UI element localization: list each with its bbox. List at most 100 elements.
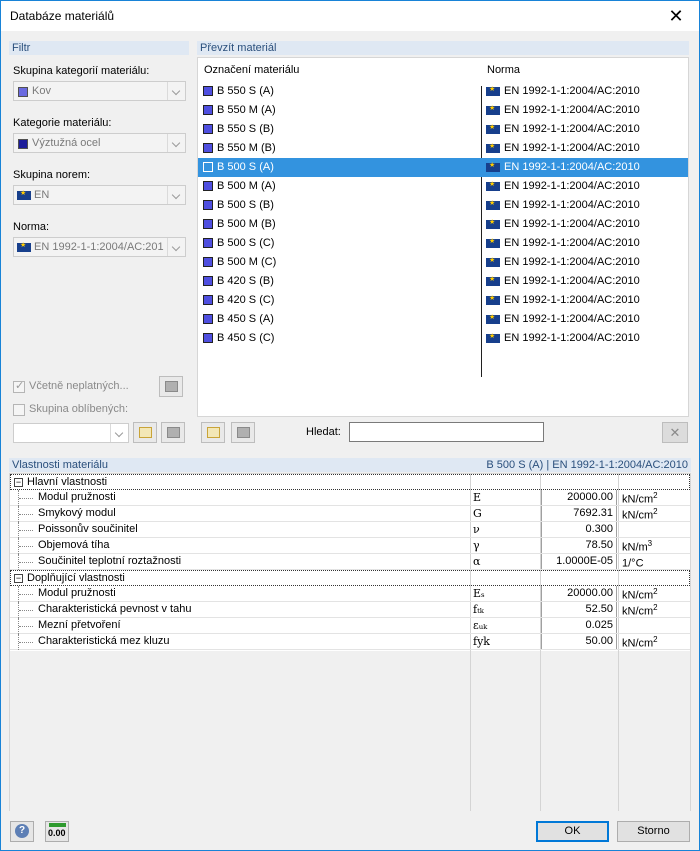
eu-flag-icon (486, 313, 500, 324)
list-item[interactable]: B 550 M (A) EN 1992-1-1:2004/AC:2010 (198, 101, 688, 120)
edit-favorite-button[interactable] (161, 422, 185, 443)
property-unit: kN/cm2 (622, 507, 658, 522)
list-item[interactable]: B 500 S (A) EN 1992-1-1:2004/AC:2010 (198, 158, 688, 177)
material-norm: EN 1992-1-1:2004/AC:2010 (504, 294, 640, 306)
property-value[interactable]: 0.300 (541, 522, 617, 537)
help-button[interactable]: ? (10, 821, 34, 842)
col-header-norm[interactable]: Norma (487, 64, 520, 76)
tree-line (18, 554, 33, 570)
chevron-down-icon[interactable] (167, 186, 185, 204)
property-symbol: fyk (473, 635, 490, 648)
unit-exponent: 2 (653, 635, 658, 644)
property-value[interactable]: 1.0000E-05 (541, 554, 617, 569)
favorites-combo[interactable] (13, 423, 129, 443)
edit-icon (167, 427, 180, 438)
eu-flag-icon (17, 189, 31, 200)
collapse-icon[interactable]: − (14, 478, 23, 487)
color-swatch-icon (203, 295, 213, 305)
unit-text: 1/°C (622, 557, 644, 570)
category-label: Kategorie materiálu: (13, 117, 112, 129)
col-header-name[interactable]: Označení materiálu (204, 64, 299, 76)
material-database-dialog: Databáze materiálů ✕ Filtr Skupina kateg… (0, 0, 700, 851)
material-norm: EN 1992-1-1:2004/AC:2010 (504, 161, 640, 173)
material-norm: EN 1992-1-1:2004/AC:2010 (504, 180, 640, 192)
norm-group-combo[interactable]: EN (13, 185, 186, 205)
units-button[interactable]: 0.00 (45, 821, 69, 842)
property-row: Součinitel teplotní roztažnosti α 1.0000E-… (10, 554, 690, 570)
property-value[interactable]: 20000.00 (541, 490, 617, 505)
unit-exponent: 2 (653, 507, 658, 516)
new-material-button[interactable] (201, 422, 225, 443)
filter-export-button[interactable] (159, 376, 183, 397)
tree-line (18, 586, 33, 602)
collapse-icon[interactable]: − (14, 574, 23, 583)
clear-search-button[interactable]: ✕ (662, 422, 688, 443)
eu-flag-icon (486, 142, 500, 153)
edit-material-button[interactable] (231, 422, 255, 443)
close-icon[interactable]: ✕ (653, 1, 699, 31)
list-item[interactable]: B 420 S (C) EN 1992-1-1:2004/AC:2010 (198, 291, 688, 310)
filter-section-title: Filtr (9, 41, 189, 55)
list-item[interactable]: B 550 S (A) EN 1992-1-1:2004/AC:2010 (198, 82, 688, 101)
list-item[interactable]: B 420 S (B) EN 1992-1-1:2004/AC:2010 (198, 272, 688, 291)
category-combo[interactable]: Výztužná ocel (13, 133, 186, 153)
property-value[interactable]: 78.50 (541, 538, 617, 553)
new-favorite-button[interactable] (133, 422, 157, 443)
list-item[interactable]: B 550 M (B) EN 1992-1-1:2004/AC:2010 (198, 139, 688, 158)
color-swatch-icon (203, 314, 213, 324)
property-value[interactable]: 52.50 (541, 602, 617, 617)
property-value[interactable]: 50.00 (541, 634, 617, 649)
unit-text: kN/cm (622, 509, 654, 522)
list-item[interactable]: B 450 S (C) EN 1992-1-1:2004/AC:2010 (198, 329, 688, 348)
color-swatch-icon (203, 162, 213, 172)
group-label: Skupina kategorií materiálu: (13, 65, 150, 77)
property-row: Objemová tíha γ 78.50 kN/m3 (10, 538, 690, 554)
eu-flag-icon (486, 256, 500, 267)
list-header: Označení materiálu Norma (198, 58, 688, 82)
norm-group-label: Skupina norem: (13, 169, 91, 181)
norm-combo[interactable]: EN 1992-1-1:2004/AC:201 (13, 237, 186, 257)
group-combo[interactable]: Kov (13, 81, 186, 101)
property-unit: kN/cm2 (622, 603, 658, 618)
chevron-down-icon[interactable] (167, 82, 185, 100)
property-value[interactable]: 0.025 (541, 618, 617, 633)
color-swatch-icon (203, 124, 213, 134)
list-item[interactable]: B 500 M (B) EN 1992-1-1:2004/AC:2010 (198, 215, 688, 234)
list-item[interactable]: B 550 S (B) EN 1992-1-1:2004/AC:2010 (198, 120, 688, 139)
materials-list[interactable]: Označení materiálu Norma B 550 S (A) EN 1… (197, 57, 689, 417)
material-name: B 450 S (A) (217, 313, 274, 325)
list-item[interactable]: B 450 S (A) EN 1992-1-1:2004/AC:2010 (198, 310, 688, 329)
property-row: Smykový modul G 7692.31 kN/cm2 (10, 506, 690, 522)
material-name: B 450 S (C) (217, 332, 275, 344)
ok-button[interactable]: OK (536, 821, 609, 842)
list-item[interactable]: B 500 S (C) EN 1992-1-1:2004/AC:2010 (198, 234, 688, 253)
search-input[interactable] (349, 422, 544, 442)
property-value[interactable]: 20000.00 (541, 586, 617, 601)
property-value[interactable]: 7692.31 (541, 506, 617, 521)
color-swatch-icon (203, 333, 213, 343)
eu-flag-icon (486, 123, 500, 134)
color-swatch-icon (18, 139, 28, 149)
property-section[interactable]: − Doplňující vlastnosti (10, 570, 690, 586)
color-swatch-icon (203, 200, 213, 210)
clear-icon: ✕ (669, 425, 681, 440)
material-name: B 550 M (A) (217, 104, 276, 116)
list-item[interactable]: B 500 M (A) EN 1992-1-1:2004/AC:2010 (198, 177, 688, 196)
chevron-down-icon[interactable] (167, 238, 185, 256)
list-item[interactable]: B 500 M (C) EN 1992-1-1:2004/AC:2010 (198, 253, 688, 272)
color-swatch-icon (203, 86, 213, 96)
tree-line (18, 538, 33, 554)
property-name: Modul pružnosti (38, 491, 116, 503)
include-invalid-checkbox[interactable] (13, 379, 25, 393)
chevron-down-icon[interactable] (110, 424, 128, 442)
norm-group-combo-value: EN (34, 189, 50, 201)
list-item[interactable]: B 500 S (B) EN 1992-1-1:2004/AC:2010 (198, 196, 688, 215)
chevron-down-icon[interactable] (167, 134, 185, 152)
new-icon (207, 427, 220, 438)
eu-flag-icon (486, 332, 500, 343)
help-icon: ? (15, 824, 29, 838)
favorites-checkbox[interactable] (13, 404, 25, 416)
property-section[interactable]: − Hlavní vlastnosti (10, 474, 690, 490)
cancel-button[interactable]: Storno (617, 821, 690, 842)
property-symbol: ν (473, 523, 480, 536)
